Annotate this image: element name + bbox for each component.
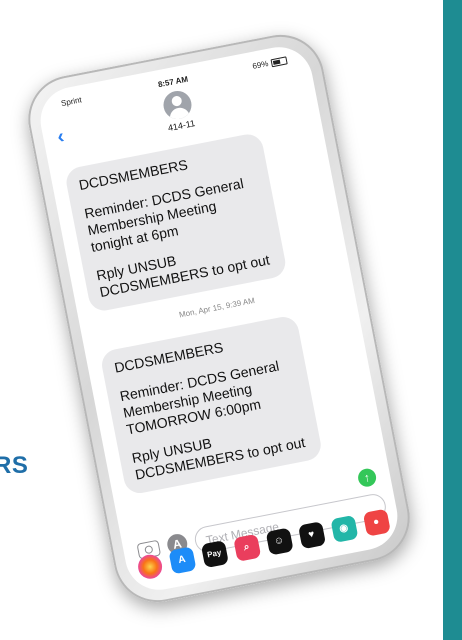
right-accent-bar <box>443 0 462 640</box>
audio-app-icon[interactable]: ◉ <box>329 514 359 544</box>
phone-mockup: Sprint 8:57 AM 69% ‹ 414-11 DCDSMEMBERS … <box>20 27 418 610</box>
phone-screen: Sprint 8:57 AM 69% ‹ 414-11 DCDSMEMBERS … <box>34 41 404 596</box>
avatar-head-shape <box>170 95 183 107</box>
battery-icon <box>270 55 288 67</box>
digital-touch-app-icon[interactable]: ♥ <box>297 521 326 550</box>
search-app-icon[interactable]: ⌕ <box>232 533 261 562</box>
apple-pay-app-icon[interactable]: Pay <box>200 540 229 569</box>
app-store-app-icon[interactable]: A <box>167 546 197 575</box>
message-bubble[interactable]: DCDSMEMBERS Reminder: DCDS General Membe… <box>99 314 324 496</box>
send-arrow-icon[interactable]: ↑ <box>356 467 378 489</box>
memoji-app-icon[interactable]: ☺ <box>265 527 294 556</box>
music-app-icon[interactable]: ● <box>362 508 391 537</box>
contact-avatar[interactable] <box>161 88 194 122</box>
message-bubble[interactable]: DCDSMEMBERS Reminder: DCDS General Membe… <box>63 131 288 314</box>
battery-area: 69% <box>252 55 288 71</box>
battery-percent: 69% <box>251 59 270 71</box>
photos-app-icon[interactable] <box>135 552 164 581</box>
cropped-heading-text: RS <box>0 452 29 479</box>
